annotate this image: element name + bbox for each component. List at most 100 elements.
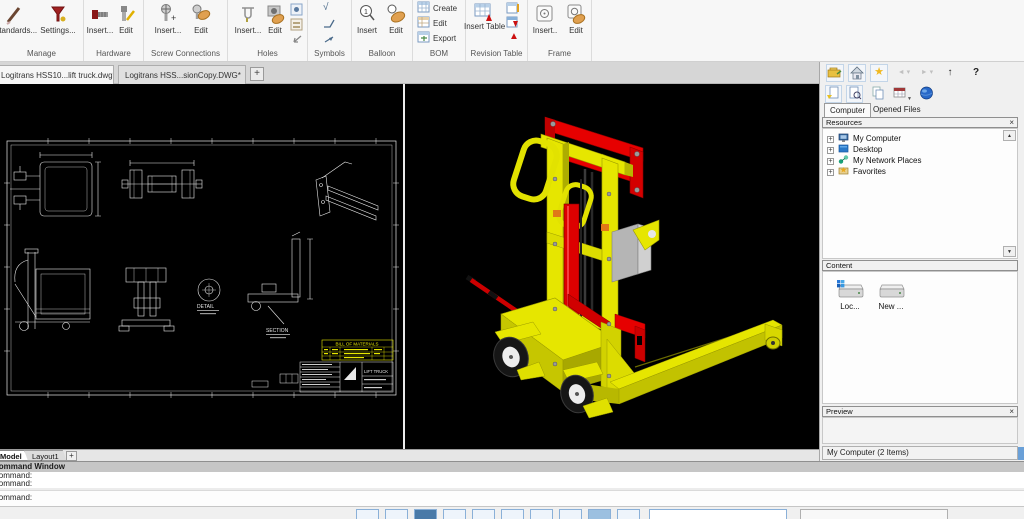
surface-finish-icon[interactable]: √ xyxy=(323,2,336,15)
screw-insert-button[interactable]: + Insert... xyxy=(148,0,188,47)
screw-plus-icon: + xyxy=(148,0,188,26)
frame-edit-button[interactable]: Edit xyxy=(560,0,592,47)
bom-export-button[interactable]: Export xyxy=(417,31,456,46)
tree-item-my-network-places[interactable]: + My Network Places xyxy=(827,154,921,165)
globe-icon xyxy=(920,86,933,100)
application-window: Standards... Settings... Manage Insert..… xyxy=(0,0,1024,519)
2d-drawing-viewport[interactable]: DETAIL SECTION BILL OF MATERIALS LIFT TR… xyxy=(0,84,403,449)
globe-button[interactable] xyxy=(918,85,935,103)
close-icon[interactable]: × xyxy=(1009,118,1014,127)
svg-text:1: 1 xyxy=(364,9,368,16)
hole-undo-icon[interactable] xyxy=(290,33,303,46)
hardware-edit-button[interactable]: Edit xyxy=(110,0,142,47)
content-header[interactable]: Content xyxy=(822,260,1018,271)
back-button[interactable]: ◄ ▾ xyxy=(894,64,914,82)
button-label: Settings... xyxy=(40,26,76,35)
close-icon[interactable]: × xyxy=(1009,407,1014,416)
content-item-new-volume[interactable]: New ... xyxy=(871,280,911,311)
ribbon-group-manage: Standards... Settings... Manage xyxy=(0,0,84,61)
3d-model-viewport[interactable] xyxy=(405,84,819,449)
status-field[interactable] xyxy=(649,509,787,519)
tab-computer[interactable]: Computer xyxy=(824,103,872,117)
preview-document-button[interactable] xyxy=(846,85,863,103)
tab-layout1[interactable]: Layout1 xyxy=(24,450,67,461)
tree-item-desktop[interactable]: + Desktop xyxy=(827,143,882,154)
insert-revision-table-button[interactable]: Insert Table xyxy=(464,0,506,48)
resources-header[interactable]: Resources × xyxy=(822,117,1018,128)
status-toggle-button[interactable] xyxy=(443,509,466,519)
doc-tab-sion-copy[interactable]: Logitrans HSS...sionCopy.DWG*× xyxy=(118,65,246,84)
status-toggle-button[interactable] xyxy=(559,509,582,519)
preview-area xyxy=(822,417,1018,444)
revision-option-icon[interactable] xyxy=(506,16,519,29)
content-area[interactable]: Loc... New ... xyxy=(822,271,1018,404)
status-toggle-button[interactable] xyxy=(501,509,524,519)
section-label: SECTION xyxy=(266,328,289,334)
revision-warning-icon[interactable]: ▲ xyxy=(509,31,522,44)
expand-icon[interactable]: + xyxy=(827,136,834,143)
resources-tree[interactable]: + My Computer + Desktop + My Network Places… xyxy=(822,128,1018,259)
new-document-button[interactable] xyxy=(825,85,842,103)
preview-header[interactable]: Preview × xyxy=(822,406,1018,417)
scroll-down-button[interactable]: ▼ xyxy=(1003,246,1016,257)
status-toggle-button[interactable] xyxy=(617,509,640,519)
home-button[interactable] xyxy=(848,64,866,82)
weld-symbol-icon[interactable] xyxy=(322,17,335,30)
status-toggle-button[interactable] xyxy=(530,509,553,519)
up-button[interactable]: ↑ xyxy=(942,64,958,82)
expand-icon[interactable]: + xyxy=(827,147,834,154)
bom-edit-button[interactable]: Edit xyxy=(417,16,447,31)
command-input-line[interactable]: Command: xyxy=(0,490,1024,506)
tree-item-my-computer[interactable]: + My Computer xyxy=(827,132,901,143)
status-toggle-button[interactable] xyxy=(588,509,611,519)
command-window-header[interactable]: Command Window xyxy=(0,461,1024,472)
balloon-edit-button[interactable]: Edit xyxy=(380,0,412,47)
screw-hand-icon xyxy=(184,0,218,26)
leader-arrow-icon[interactable] xyxy=(322,32,335,45)
bolt-edit-icon xyxy=(110,0,142,26)
status-toggle-button[interactable] xyxy=(414,509,437,519)
panel-resize-grip[interactable] xyxy=(1018,447,1024,460)
new-document-icon xyxy=(827,86,839,99)
copy-document-button[interactable] xyxy=(870,85,887,103)
frame-insert-button[interactable]: Insert.. xyxy=(528,0,562,47)
view-mode-button[interactable]: ▼ xyxy=(890,85,915,103)
content-item-local-disk[interactable]: Loc... xyxy=(830,280,870,311)
status-toggle-button[interactable] xyxy=(385,509,408,519)
new-tab-button[interactable]: + xyxy=(250,67,264,81)
settings-button[interactable]: Settings... xyxy=(38,0,78,47)
table-edit-icon xyxy=(417,16,430,28)
favorites-star-button[interactable]: ★ xyxy=(870,64,888,82)
standards-button[interactable]: Standards... xyxy=(0,0,37,47)
expand-icon[interactable]: + xyxy=(827,169,834,176)
group-label-frame: Frame xyxy=(547,49,572,58)
command-history[interactable]: Command: Command: xyxy=(0,472,1024,488)
local-disk-icon xyxy=(837,280,864,298)
hole-option-icon[interactable] xyxy=(290,18,303,31)
screw-edit-button[interactable]: Edit xyxy=(184,0,218,47)
expand-icon[interactable]: + xyxy=(827,158,834,165)
open-folder-icon xyxy=(827,67,842,78)
tree-item-favorites[interactable]: + Favorites xyxy=(827,165,886,176)
help-button[interactable]: ? xyxy=(968,64,984,82)
status-toggle-button[interactable] xyxy=(356,509,379,519)
button-label: Insert Table xyxy=(464,22,506,31)
balloon-hand-icon xyxy=(380,0,412,26)
ribbon: Standards... Settings... Manage Insert..… xyxy=(0,0,1024,62)
detail-label: DETAIL xyxy=(197,304,214,310)
doc-tab-lift-truck[interactable]: Logitrans HSS10...lift truck.dwg*× xyxy=(0,65,114,84)
holes-edit-button[interactable]: Edit xyxy=(260,0,290,47)
new-layout-button[interactable]: + xyxy=(66,451,77,461)
forward-button[interactable]: ► ▾ xyxy=(917,64,937,82)
tab-opened-files[interactable]: Opened Files xyxy=(868,103,926,117)
layout-tab-bar: Model Layout1 + xyxy=(0,449,819,461)
status-toggle-button[interactable] xyxy=(472,509,495,519)
scroll-up-button[interactable]: ▲ xyxy=(1003,130,1016,141)
pencil-icon xyxy=(0,0,34,26)
open-folder-button[interactable] xyxy=(826,64,844,82)
ribbon-group-bom: Create Edit Export BOM xyxy=(413,0,466,61)
revision-option-icon[interactable] xyxy=(506,2,519,15)
hole-option-icon[interactable] xyxy=(290,3,303,16)
status-field[interactable] xyxy=(800,509,948,519)
bom-create-button[interactable]: Create xyxy=(417,1,457,16)
